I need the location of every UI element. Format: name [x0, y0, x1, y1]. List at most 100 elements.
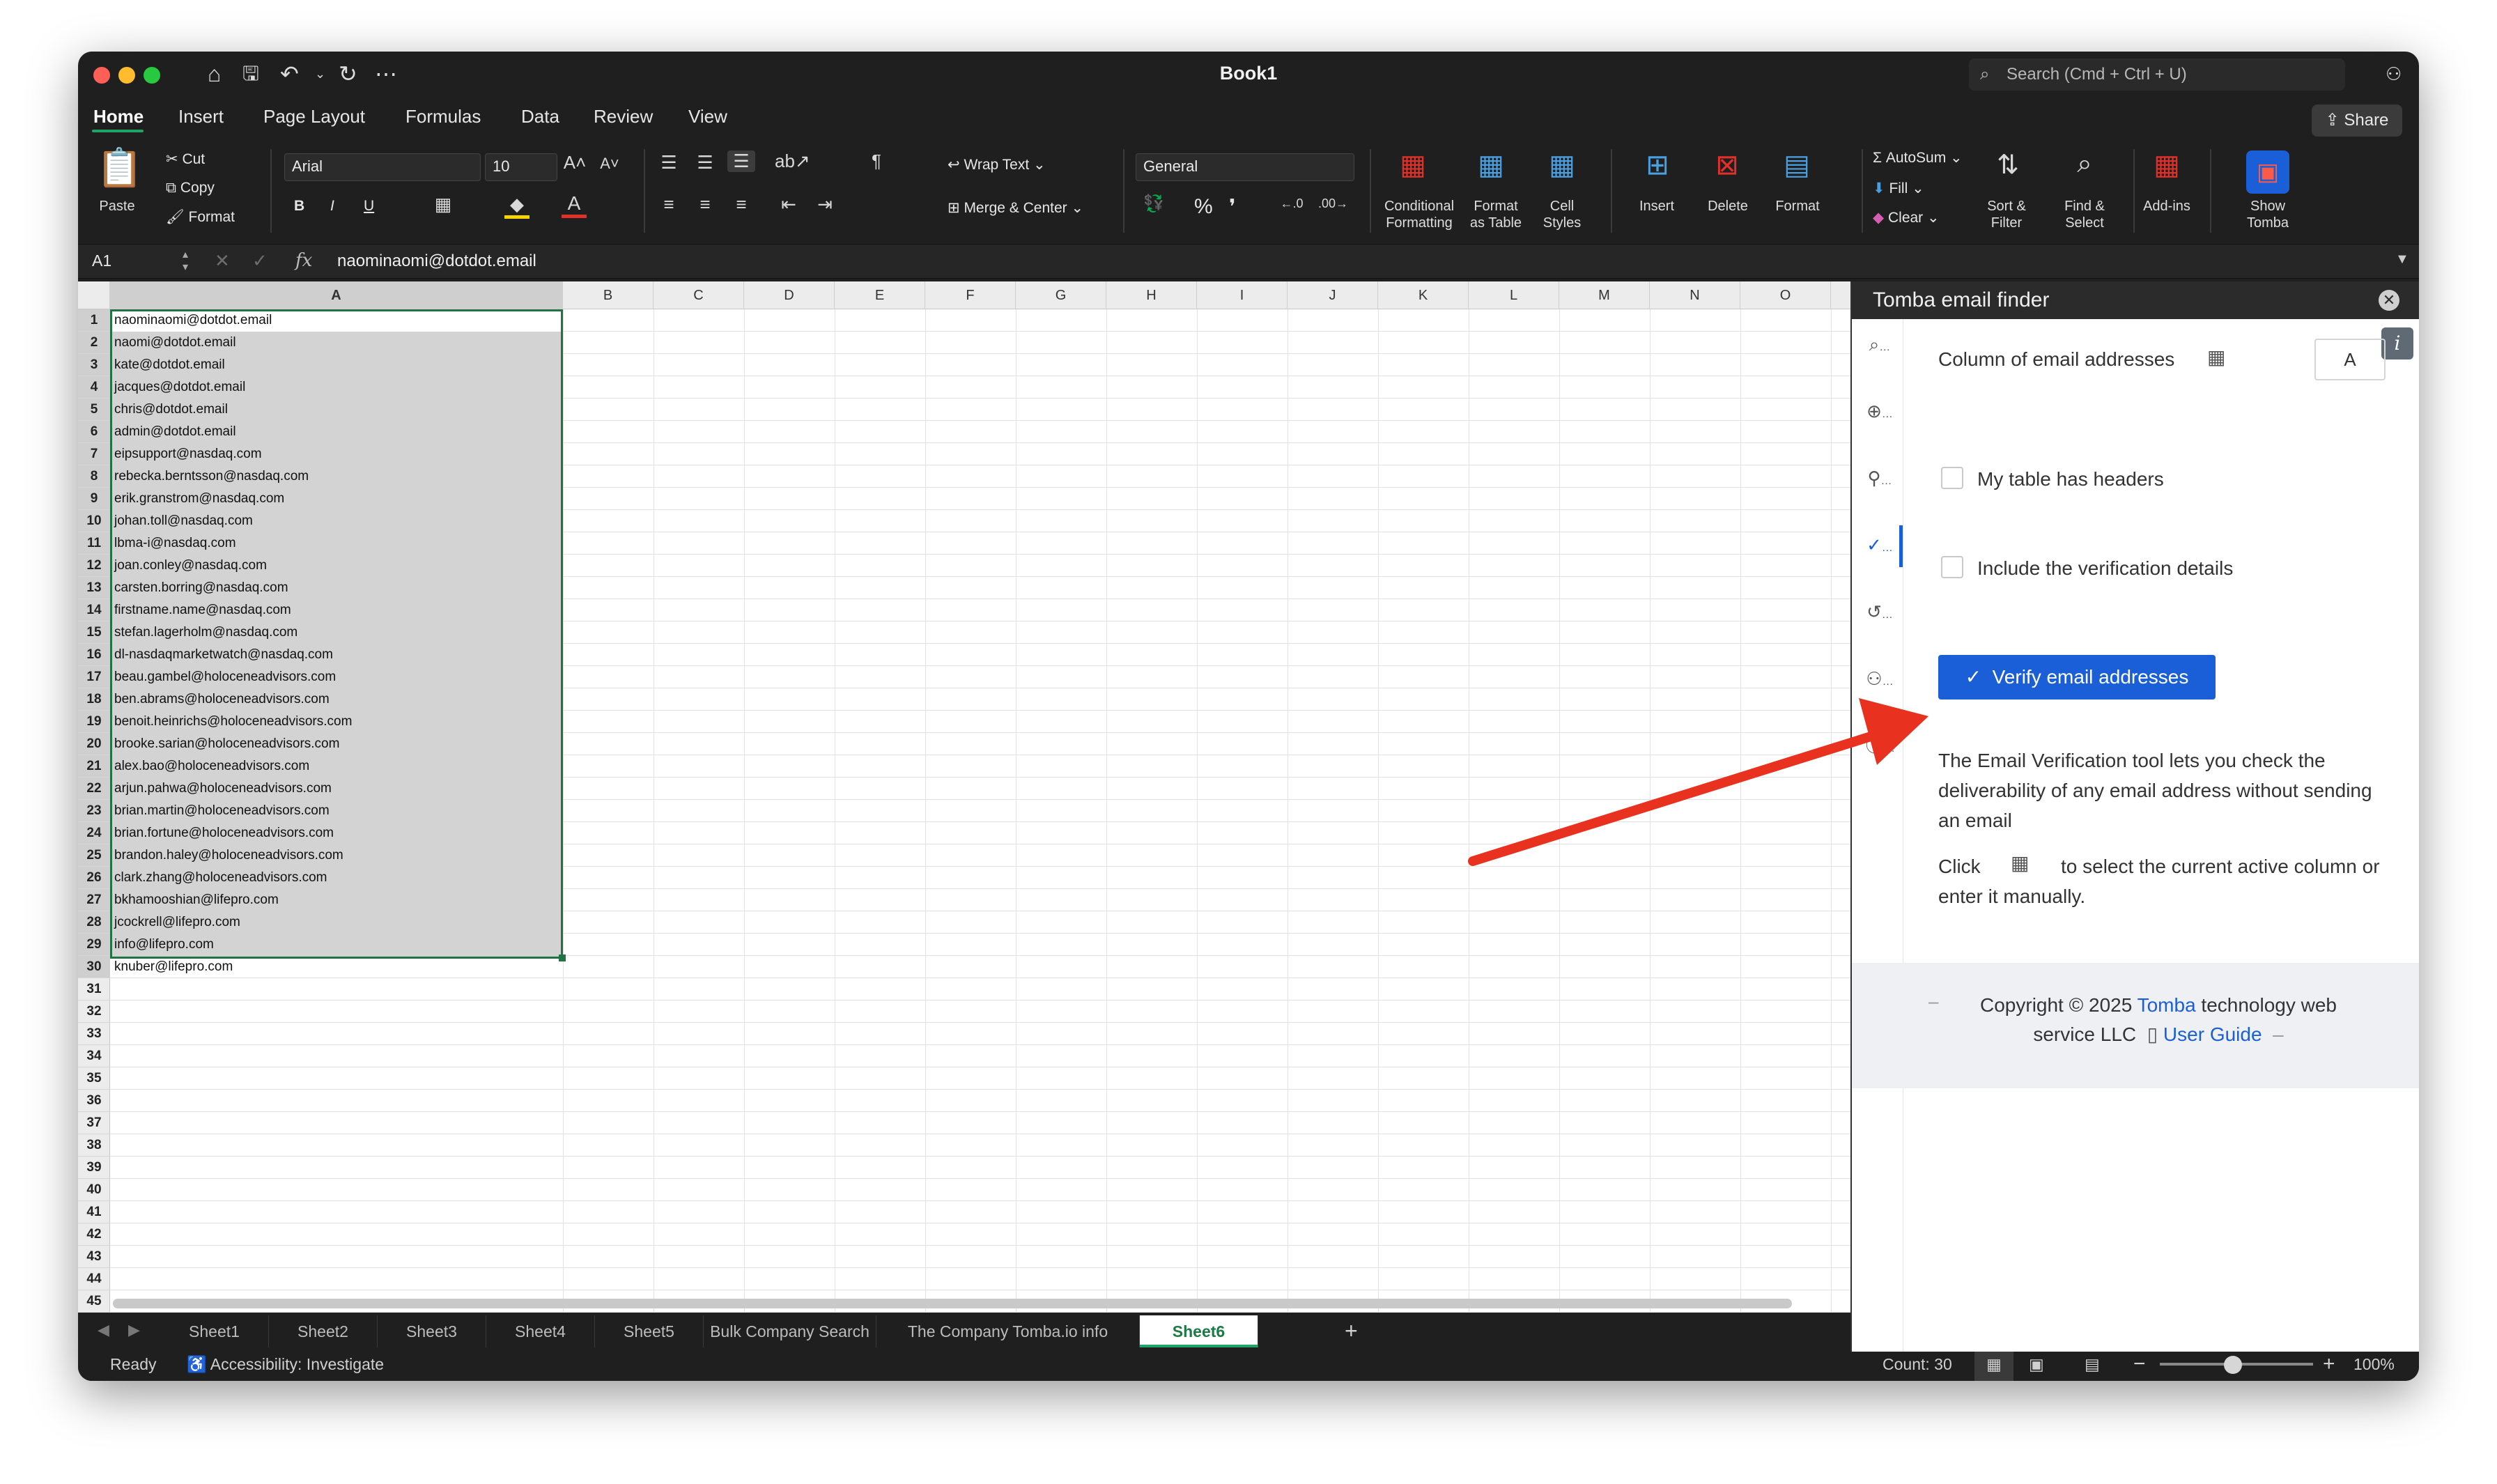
find-select-label[interactable]: Find & Select: [2055, 198, 2114, 231]
row-header[interactable]: 24: [78, 822, 110, 844]
cell-styles-label[interactable]: Cell Styles: [1537, 198, 1587, 231]
row-header[interactable]: 41: [78, 1201, 110, 1223]
row-header[interactable]: 36: [78, 1090, 110, 1112]
formula-input[interactable]: naominaomi@dotdot.email: [337, 252, 536, 271]
percent-button[interactable]: %: [1194, 195, 1213, 219]
column-header-i[interactable]: I: [1197, 281, 1288, 309]
decrease-font-icon[interactable]: A˅: [598, 155, 621, 173]
row-header[interactable]: 17: [78, 666, 110, 688]
cell-a7[interactable]: eipsupport@nasdaq.com: [111, 443, 557, 465]
delete-cells-icon[interactable]: ⊠: [1703, 149, 1752, 181]
tomba-logo-icon[interactable]: ▣: [2246, 150, 2289, 194]
info-button[interactable]: i: [2381, 327, 2413, 360]
fill-color-icon[interactable]: ◆: [504, 194, 529, 219]
row-header[interactable]: 22: [78, 778, 110, 800]
cell-a3[interactable]: kate@dotdot.email: [111, 354, 557, 376]
tab-formulas[interactable]: Formulas: [405, 106, 481, 127]
next-sheet-icon[interactable]: ▶: [128, 1321, 140, 1339]
row-header[interactable]: 31: [78, 978, 110, 1000]
row-header[interactable]: 10: [78, 510, 110, 532]
cell-a24[interactable]: brian.fortune@holoceneadvisors.com: [111, 822, 557, 844]
fill-handle[interactable]: [559, 954, 566, 961]
autosum-button[interactable]: Σ AutoSum ⌄: [1873, 149, 1963, 167]
align-right-icon[interactable]: ≡: [727, 194, 755, 215]
column-header-k[interactable]: K: [1378, 281, 1469, 309]
headers-checkbox[interactable]: [1941, 467, 1963, 489]
row-header[interactable]: 30: [78, 956, 110, 978]
insert-cells-icon[interactable]: ⊞: [1633, 149, 1682, 181]
font-color-icon[interactable]: A: [562, 192, 587, 218]
zoom-in-icon[interactable]: +: [2323, 1347, 2335, 1381]
comma-button[interactable]: ❜: [1229, 195, 1236, 219]
sheet-tab[interactable]: Sheet1: [160, 1315, 269, 1347]
confirm-icon[interactable]: ✓: [252, 250, 268, 272]
column-header-m[interactable]: M: [1559, 281, 1650, 309]
cell-a27[interactable]: bkhamooshian@lifepro.com: [111, 889, 557, 911]
row-header[interactable]: 45: [78, 1290, 110, 1313]
cell-styles-icon[interactable]: ▦: [1540, 149, 1584, 181]
row-header[interactable]: 19: [78, 711, 110, 733]
row-header[interactable]: 26: [78, 867, 110, 889]
name-box-stepper-icon[interactable]: ▴ ▾: [183, 249, 188, 274]
underline-button[interactable]: U: [364, 198, 374, 215]
sheet-tab[interactable]: Sheet2: [269, 1315, 378, 1347]
decrease-indent-icon[interactable]: ⇤: [775, 194, 803, 215]
accounting-format-icon[interactable]: 💱: [1140, 194, 1168, 214]
column-header-g[interactable]: G: [1016, 281, 1106, 309]
cell-a9[interactable]: erik.granstrom@nasdaq.com: [111, 488, 557, 510]
column-header-l[interactable]: L: [1469, 281, 1559, 309]
row-header[interactable]: 29: [78, 934, 110, 956]
tab-home[interactable]: Home: [93, 106, 144, 127]
cell-a11[interactable]: lbma-i@nasdaq.com: [111, 532, 557, 555]
add-ins-icon[interactable]: ▦: [2144, 149, 2189, 181]
format-painter-button[interactable]: 🖌 Format: [166, 209, 235, 226]
row-header[interactable]: 4: [78, 376, 110, 399]
cell-a28[interactable]: jcockrell@lifepro.com: [111, 911, 557, 934]
cell-a26[interactable]: clark.zhang@holoceneadvisors.com: [111, 867, 557, 889]
row-header[interactable]: 28: [78, 911, 110, 934]
expand-formula-icon[interactable]: ▼: [2395, 252, 2409, 268]
find-select-icon[interactable]: ⌕: [2062, 149, 2107, 179]
italic-button[interactable]: I: [330, 198, 334, 215]
sheet-tab[interactable]: Sheet6: [1140, 1315, 1258, 1347]
row-header[interactable]: 12: [78, 555, 110, 577]
prev-sheet-icon[interactable]: ◀: [98, 1321, 109, 1339]
row-header[interactable]: 27: [78, 889, 110, 911]
cell-a13[interactable]: carsten.borring@nasdaq.com: [111, 577, 557, 599]
show-tomba-label[interactable]: Show Tomba: [2236, 198, 2299, 231]
sheet-tab[interactable]: Bulk Company Search: [704, 1315, 876, 1347]
align-center-icon[interactable]: ≡: [691, 194, 719, 215]
history-icon[interactable]: ↺…: [1866, 598, 1894, 626]
sort-filter-icon[interactable]: ⇅: [1986, 149, 2030, 180]
cell-a18[interactable]: ben.abrams@holoceneadvisors.com: [111, 688, 557, 711]
cancel-icon[interactable]: ✕: [215, 250, 230, 272]
align-top-icon[interactable]: ☰: [655, 152, 683, 173]
row-header[interactable]: 9: [78, 488, 110, 510]
row-header[interactable]: 25: [78, 844, 110, 867]
text-direction-icon[interactable]: ¶: [863, 150, 890, 172]
search-box[interactable]: ⌕ Search (Cmd + Ctrl + U): [1969, 59, 2345, 91]
collaborate-icon[interactable]: ⚇: [2386, 60, 2402, 88]
row-header[interactable]: 6: [78, 421, 110, 443]
cell-a29[interactable]: info@lifepro.com: [111, 934, 557, 956]
cell-a5[interactable]: chris@dotdot.email: [111, 399, 557, 421]
info-icon[interactable]: ⓘ…: [1866, 732, 1895, 759]
row-header[interactable]: 5: [78, 399, 110, 421]
row-header[interactable]: 43: [78, 1246, 110, 1268]
cell-a14[interactable]: firstname.name@nasdaq.com: [111, 599, 557, 621]
cell-a4[interactable]: jacques@dotdot.email: [111, 376, 557, 399]
fill-button[interactable]: ⬇ Fill ⌄: [1873, 180, 1924, 197]
copy-button[interactable]: ⧉ Copy: [166, 180, 215, 196]
row-header[interactable]: 21: [78, 755, 110, 778]
row-header[interactable]: 1: [78, 309, 110, 332]
row-header[interactable]: 23: [78, 800, 110, 822]
increase-decimal-icon[interactable]: ←.0: [1278, 196, 1306, 211]
cell-a22[interactable]: arjun.pahwa@holoceneadvisors.com: [111, 778, 557, 800]
accessibility-status[interactable]: ♿ Accessibility: Investigate: [187, 1347, 384, 1381]
zoom-level[interactable]: 100%: [2353, 1347, 2395, 1381]
sheet-tab[interactable]: Sheet5: [595, 1315, 704, 1347]
close-pane-icon[interactable]: ✕: [2379, 290, 2399, 311]
zoom-out-icon[interactable]: −: [2133, 1347, 2146, 1381]
format-cells-icon[interactable]: ▤: [1772, 149, 1821, 181]
paste-icon[interactable]: 📋: [96, 146, 143, 190]
